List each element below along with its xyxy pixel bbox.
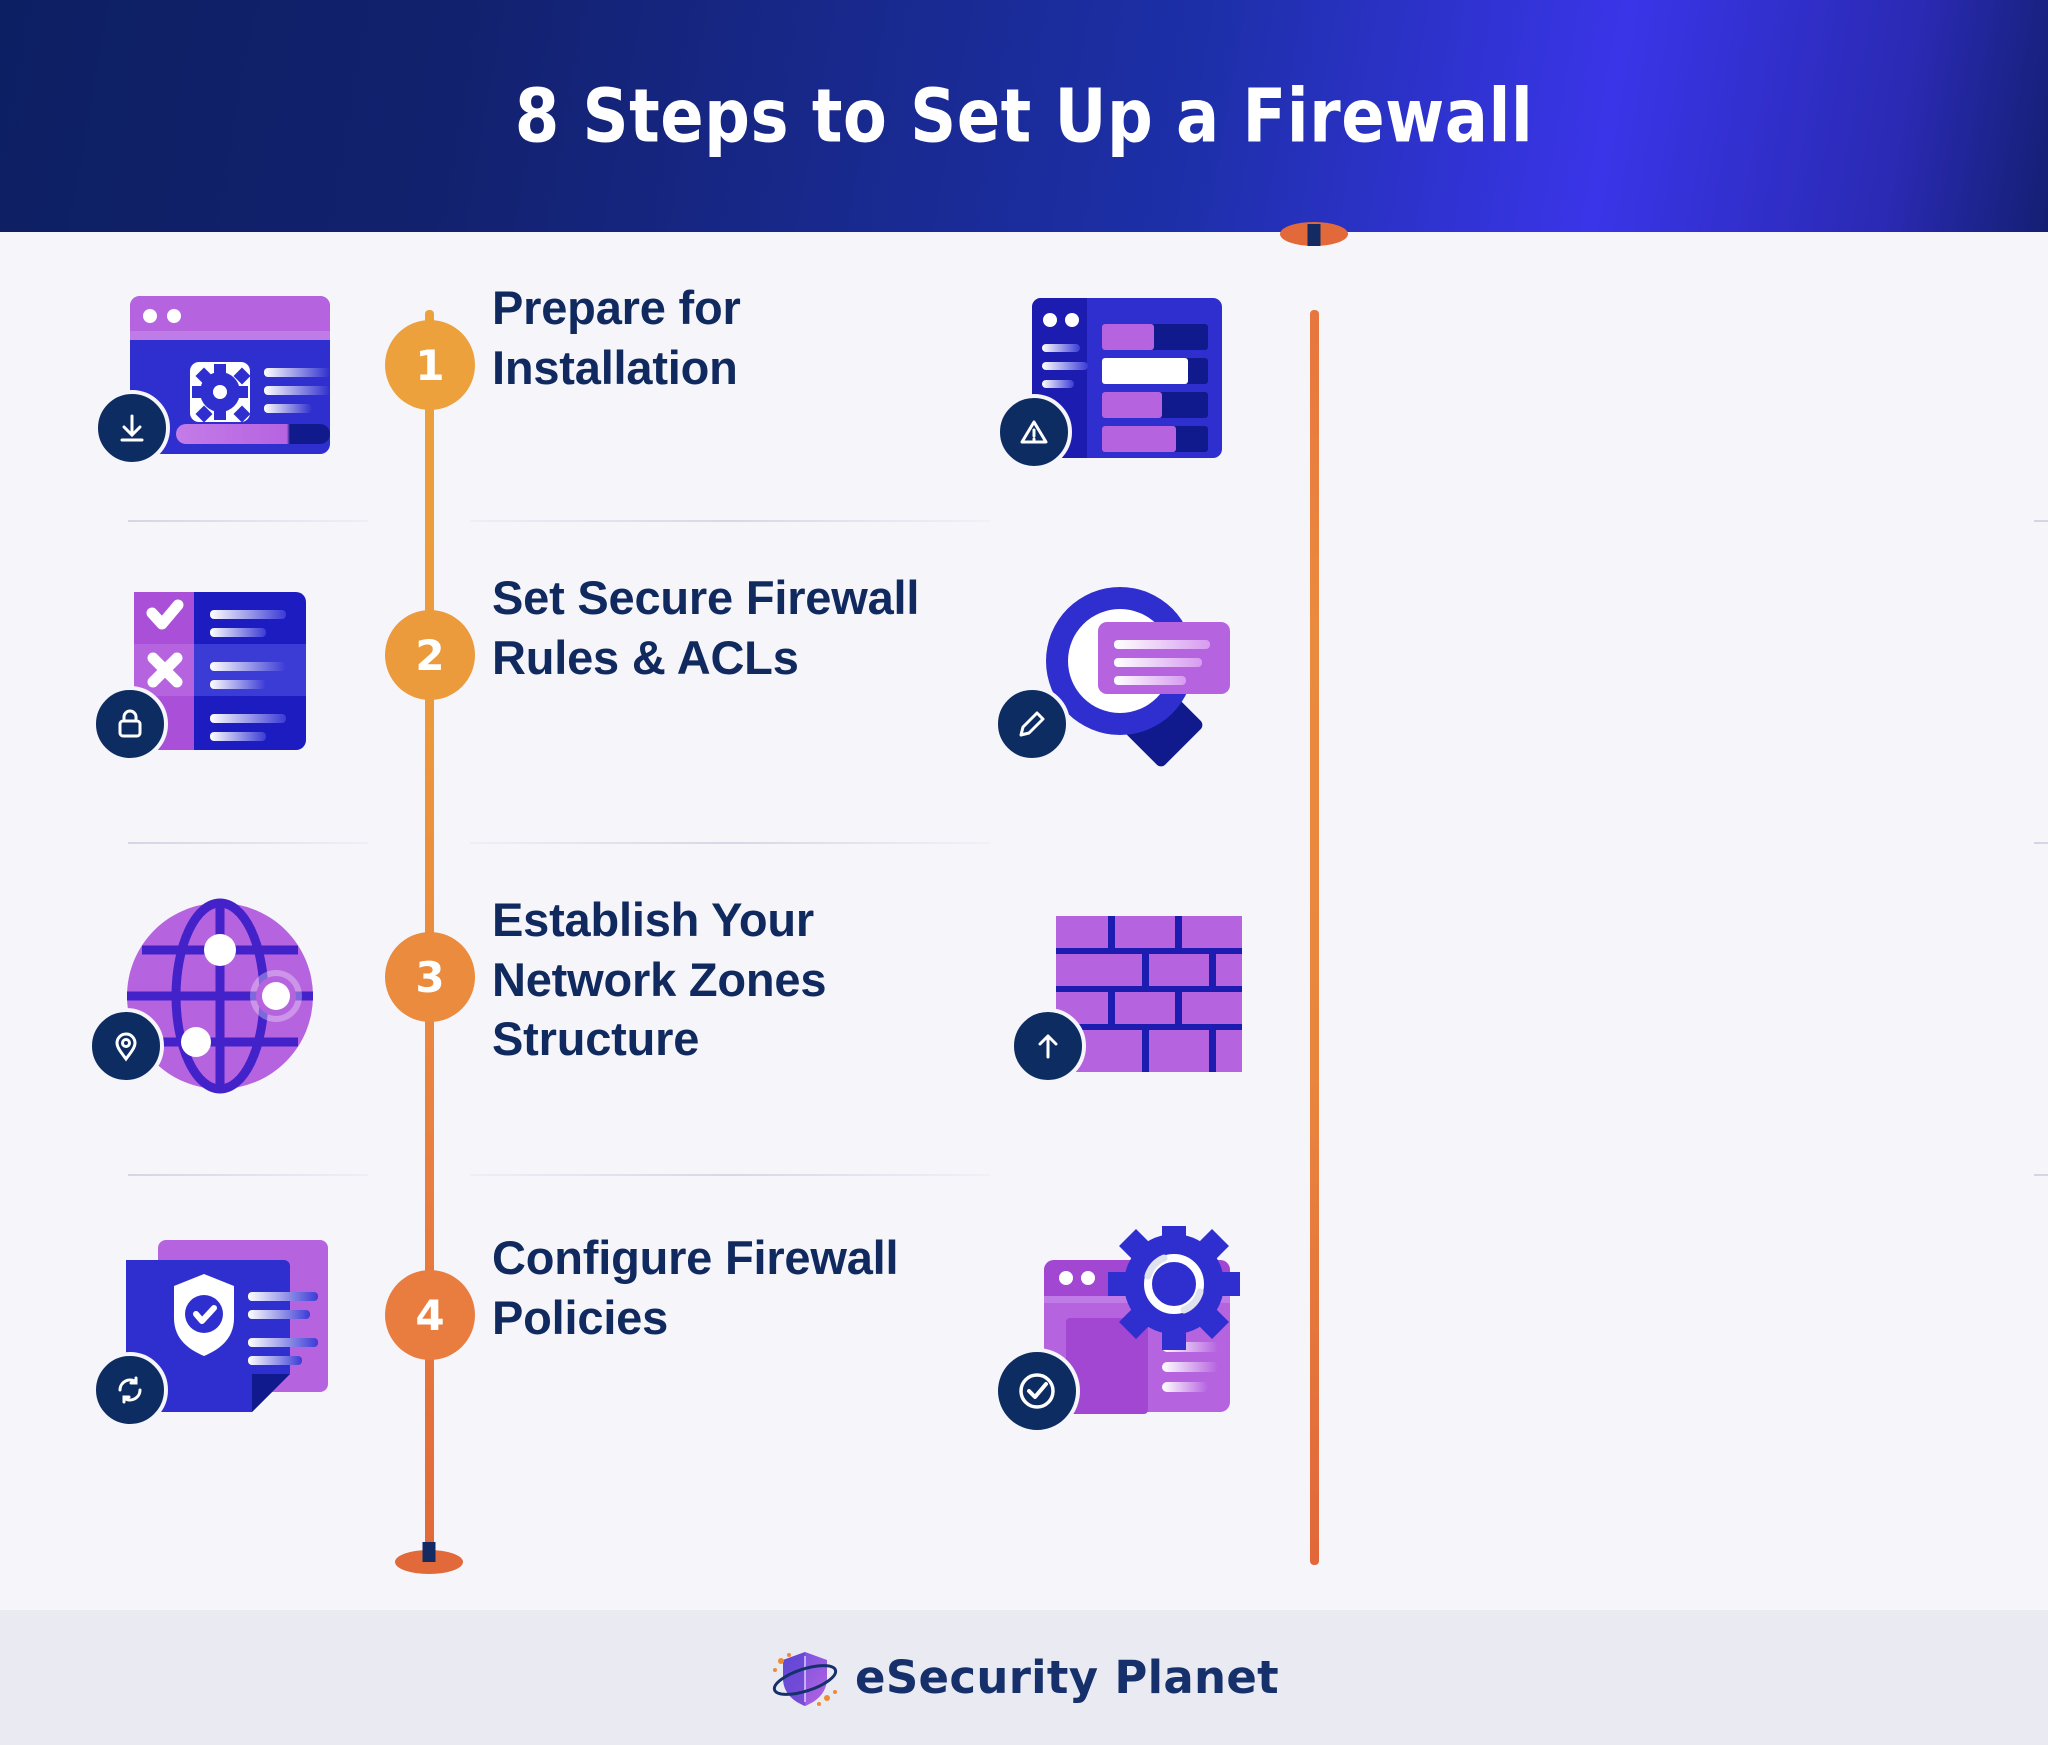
footer-bar: eSecurity Planet bbox=[0, 1610, 2048, 1745]
logging-dashboard-bars-icon bbox=[996, 276, 1255, 491]
timeline-cap-bottom bbox=[395, 1542, 463, 1574]
refresh-sync-icon bbox=[92, 1352, 168, 1428]
policy-document-shield-icon bbox=[92, 1226, 343, 1441]
step-label-3: Establish Your Network Zones Structure bbox=[492, 893, 827, 1066]
step-number-4: 4 bbox=[385, 1270, 475, 1360]
step-number-3: 3 bbox=[385, 932, 475, 1022]
brand-name: eSecurity Planet bbox=[855, 1651, 1279, 1704]
location-pin-icon bbox=[88, 1008, 164, 1084]
step-label-1: Prepare for Installation bbox=[492, 281, 741, 394]
step-item-1: 1 Prepare for Installation bbox=[0, 232, 1024, 552]
step-item-2: 2 Set Secure Firewall Rules & ACLs bbox=[0, 522, 1024, 844]
steps-column-left: 1 Prepare for Installation 2 Set Secure … bbox=[0, 232, 1024, 1610]
step-item-5: 5 Configure Logging & Alerts bbox=[996, 232, 2048, 552]
step-label-4: Configure Firewall Policies bbox=[492, 1231, 899, 1344]
steps-column-right: 5 Configure Logging & Alerts bbox=[994, 222, 2048, 1610]
browser-gear-maintain-icon bbox=[994, 1226, 1255, 1441]
arrow-up-icon bbox=[1010, 1008, 1086, 1084]
browser-settings-download-icon bbox=[94, 276, 343, 491]
step-number-2: 2 bbox=[385, 610, 475, 700]
step-item-7: 7 Deploy the Firewall bbox=[1010, 844, 2048, 1176]
shield-orbit-logo bbox=[772, 1651, 838, 1706]
page-title: 8 Steps to Set Up a Firewall bbox=[514, 72, 1534, 160]
rules-allow-deny-table-icon bbox=[92, 566, 343, 781]
pencil-edit-icon bbox=[994, 686, 1070, 762]
magnifier-audit-report-icon bbox=[994, 566, 1255, 781]
step-item-4: 4 Configure Firewall Policies bbox=[0, 1182, 1024, 1502]
header-banner: 8 Steps to Set Up a Firewall bbox=[0, 0, 2048, 232]
firewall-setup-infographic: 8 Steps to Set Up a Firewall 1 Prepare f… bbox=[0, 0, 2048, 1745]
step-number-1: 1 bbox=[385, 320, 475, 410]
lock-icon bbox=[92, 686, 168, 762]
globe-network-nodes-icon bbox=[88, 888, 343, 1103]
steps-board: 1 Prepare for Installation 2 Set Secure … bbox=[0, 222, 2048, 1610]
step-item-3: 3 Establish Your Network Zones Structure bbox=[0, 844, 1024, 1176]
brick-wall-icon bbox=[1010, 888, 1265, 1103]
warning-triangle-icon bbox=[996, 394, 1072, 470]
check-circle-icon bbox=[994, 1348, 1080, 1434]
step-item-6: 6 Test & Audit Your Firewall bbox=[994, 522, 2048, 844]
step-item-8: 8 Manage & Maintain the Correct Firewall… bbox=[994, 1182, 2048, 1502]
download-icon bbox=[94, 390, 170, 466]
step-label-2: Set Secure Firewall Rules & ACLs bbox=[492, 571, 920, 684]
